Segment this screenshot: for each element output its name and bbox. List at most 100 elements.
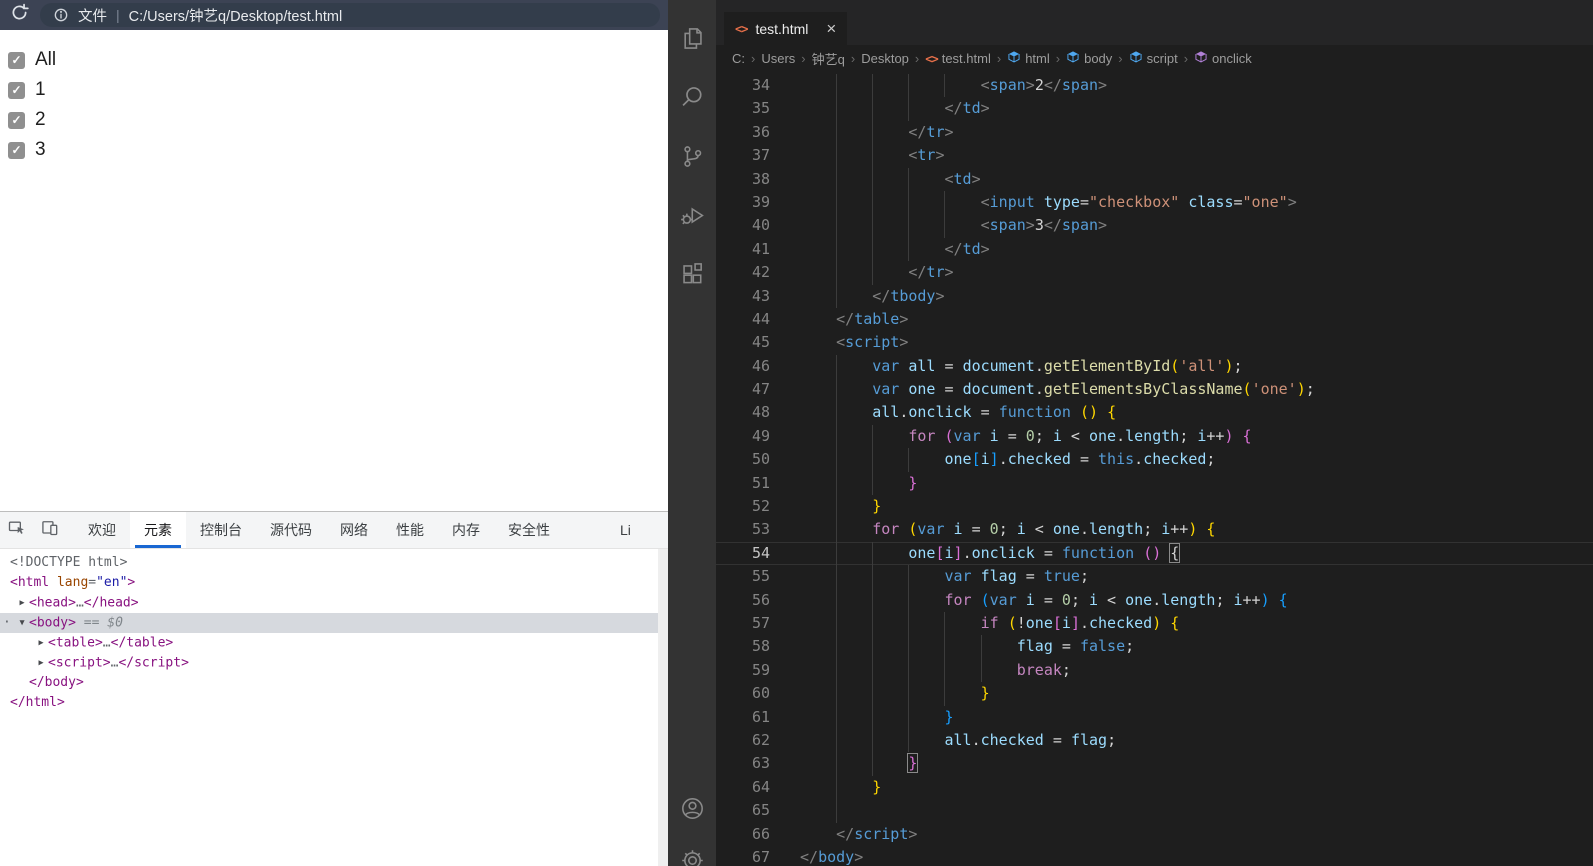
code-line-content: <span>3</span> (800, 214, 1593, 238)
devtools-tab[interactable]: 内存 (438, 512, 494, 548)
chevron-right-icon[interactable]: ▶ (34, 633, 48, 653)
indent-guide (836, 752, 838, 776)
code-token: one (908, 543, 936, 562)
breadcrumb-separator: › (801, 51, 806, 66)
code-line: 59 break; (716, 658, 1593, 683)
indent-guide (944, 74, 946, 98)
line-number: 36 (751, 122, 770, 141)
code-line-content: } (800, 682, 1593, 706)
source-control-icon[interactable] (668, 127, 716, 186)
address-bar[interactable]: 文件 | C:/Users/钟艺q/Desktop/test.html (40, 3, 660, 27)
info-icon[interactable] (53, 7, 69, 23)
code-token: "checkbox" (1089, 192, 1180, 211)
devtools-tab[interactable]: 控制台 (186, 512, 256, 548)
breadcrumb-item[interactable]: onclick (1194, 50, 1252, 67)
close-icon[interactable]: × (826, 20, 836, 37)
code-line: 53 for (var i = 0; i < one.length; i++) … (716, 518, 1593, 542)
code-line-content: one[i].onclick = function () { (800, 541, 1593, 566)
code-token: ) (1296, 380, 1306, 399)
code-token: this (1098, 450, 1135, 469)
dom-tree-row[interactable]: ▶ <script>…</script> (0, 653, 668, 673)
indent-guide (836, 284, 838, 308)
breadcrumb-item[interactable]: Desktop (861, 51, 909, 66)
breadcrumb-label: script (1146, 51, 1178, 66)
code-token: < (836, 333, 846, 352)
settings-gear-icon[interactable] (668, 834, 716, 866)
inspect-element-button[interactable] (0, 512, 33, 548)
code-line: 64 } (716, 775, 1593, 800)
breadcrumb-item[interactable]: body (1066, 50, 1112, 67)
code-line-content: var flag = true; (800, 565, 1593, 589)
checkbox[interactable]: ✓ (8, 81, 25, 99)
code-token: ; (1143, 520, 1162, 539)
indent-guide (872, 424, 874, 449)
chevron-right-icon[interactable]: ▶ (15, 593, 29, 613)
code-token: ; (1215, 590, 1234, 609)
breadcrumb-item[interactable]: script (1129, 50, 1178, 67)
breadcrumb-item[interactable]: C: (732, 51, 745, 66)
code-token: one (908, 380, 936, 399)
dom-tree-row[interactable]: ▶ <head>…</head> (0, 593, 668, 613)
devtools-tab[interactable]: 元素 (130, 512, 186, 548)
tab-test-html[interactable]: <> test.html × (724, 12, 848, 45)
code-token: 0 (989, 520, 999, 539)
indent-guide (872, 261, 874, 285)
code-token: { (1107, 403, 1117, 422)
breadcrumb-label: test.html (941, 51, 991, 66)
breadcrumb-item[interactable]: <> test.html (925, 51, 991, 66)
code-token: > (935, 286, 945, 305)
code-line: 55 var flag = true; (716, 565, 1593, 589)
reload-button[interactable] (8, 3, 30, 26)
code-token: 3 (1034, 216, 1044, 235)
indent-guide (908, 448, 910, 472)
devtools-scrollbar[interactable] (658, 549, 668, 866)
dom-tree-row[interactable]: ▶ <table>…</table> (0, 633, 668, 653)
browser-toolbar: 文件 | C:/Users/钟艺q/Desktop/test.html (0, 0, 668, 30)
dom-tree-row[interactable]: </html> (0, 693, 668, 713)
vscode-window: <> test.html × C: › Users › 钟艺q › Desktop › <> te… (668, 0, 1593, 866)
code-editor[interactable]: 34 <span>2</span> 35 </td> 36 </tr> 37 <tr>… (716, 72, 1593, 866)
checkbox[interactable]: ✓ (8, 111, 25, 129)
code-token: { (1206, 520, 1216, 539)
chevron-right-icon[interactable]: ▶ (34, 653, 48, 673)
checkbox[interactable]: ✓ (8, 51, 25, 69)
dom-tree-row[interactable]: <html lang="en"> (0, 573, 668, 593)
code-token: i (1025, 590, 1035, 609)
code-token: = (935, 380, 963, 399)
devtools-tab[interactable]: Li (606, 512, 645, 548)
code-token: getElementById (1043, 356, 1171, 375)
run-debug-icon[interactable] (668, 186, 716, 245)
code-token: i (944, 543, 954, 562)
indent-guide (872, 97, 874, 121)
extensions-icon[interactable] (668, 245, 716, 304)
code-token: = (1034, 543, 1062, 562)
indent-guide (872, 728, 874, 753)
code-token: script (854, 824, 909, 843)
device-toolbar-button[interactable] (33, 512, 66, 548)
devtools-panel: 欢迎 元素 控制台 源代码 网络 性能 内存 安全性 Li <!DOCTYPE html> <ht… (0, 511, 668, 866)
dom-tree-row[interactable]: </body> (0, 673, 668, 693)
code-line: 40 <span>3</span> (716, 214, 1593, 238)
breadcrumb-item[interactable]: 钟艺q (812, 49, 845, 68)
devtools-tab[interactable]: 性能 (382, 512, 438, 548)
search-icon[interactable] (668, 68, 716, 127)
chevron-down-icon[interactable]: ▼ (15, 613, 29, 633)
activity-bar (668, 0, 716, 866)
dom-tree-row[interactable]: · ▼ <body> == $0 (0, 613, 668, 633)
devtools-tab[interactable]: 源代码 (256, 512, 326, 548)
indent-guide (836, 495, 838, 519)
code-token: for (944, 590, 972, 609)
indent-guide (908, 635, 910, 659)
devtools-tab[interactable]: 网络 (326, 512, 382, 548)
breadcrumb-item[interactable]: html (1007, 50, 1050, 67)
files-icon[interactable] (668, 9, 716, 68)
account-icon[interactable] (668, 782, 716, 834)
checkbox[interactable]: ✓ (8, 141, 25, 159)
devtools-tab[interactable]: 欢迎 (74, 512, 130, 548)
devtools-tab[interactable]: 安全性 (494, 512, 564, 548)
breadcrumb-item[interactable]: Users (761, 51, 795, 66)
indent-guide (836, 167, 838, 191)
dom-tree-row[interactable]: <!DOCTYPE html> (0, 553, 668, 573)
code-line-content: <input type="checkbox" class="one"> (800, 190, 1593, 215)
code-token: . (1079, 520, 1089, 539)
